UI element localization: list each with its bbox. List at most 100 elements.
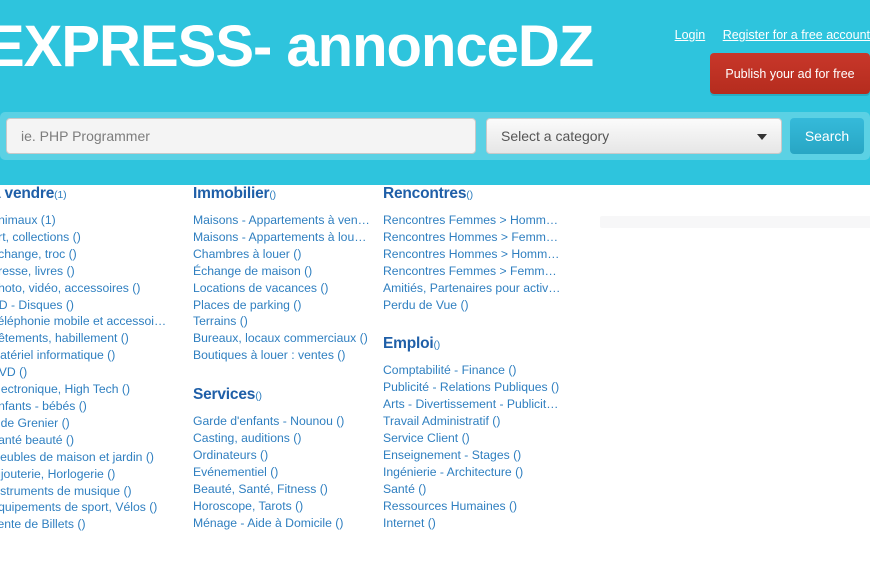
category-link[interactable]: Vente de Billets () — [0, 516, 168, 533]
account-links: Login Register for a free account — [661, 28, 870, 42]
list-item: Service Client () — [383, 430, 583, 447]
list-item: Echange, troc () — [0, 246, 190, 263]
category-link[interactable]: Maisons - Appartements à louer () — [193, 229, 371, 246]
list-item: Enseignement - Stages () — [383, 447, 583, 464]
category-link[interactable]: Bijouterie, Horlogerie () — [0, 466, 168, 483]
list-item: Échange de maison () — [193, 263, 393, 280]
category-select-label: Select a category — [501, 128, 610, 144]
category-link[interactable]: Internet () — [383, 515, 561, 532]
list-item: Perdu de Vue () — [383, 297, 583, 314]
register-link[interactable]: Register for a free account — [723, 28, 870, 42]
category-heading-count: () — [269, 189, 276, 201]
category-link[interactable]: Garde d'enfants - Nounou () — [193, 413, 371, 430]
category-link[interactable]: Echange, troc () — [0, 246, 168, 263]
login-link[interactable]: Login — [675, 28, 706, 42]
list-item: Comptabilité - Finance () — [383, 362, 583, 379]
list-item: Ordinateurs () — [193, 447, 393, 464]
list-item: Maisons - Appartements à vendre () — [193, 212, 393, 229]
category-link[interactable]: Arts - Divertissement - Publicité () — [383, 396, 561, 413]
category-link[interactable]: Locations de vacances () — [193, 280, 371, 297]
search-bar: Select a category Search — [0, 112, 870, 160]
list-item: Ménage - Aide à Domicile () — [193, 515, 393, 532]
list-item: Instruments de musique () — [0, 483, 190, 500]
category-link[interactable]: Publicité - Relations Publiques () — [383, 379, 561, 396]
category-select[interactable]: Select a category — [486, 118, 782, 154]
category-link[interactable]: Terrains () — [193, 313, 371, 330]
list-item: Internet () — [383, 515, 583, 532]
category-link[interactable]: Enfants - bébés () — [0, 398, 168, 415]
search-bar-inner: Select a category Search — [6, 118, 864, 154]
category-heading-count: (1) — [54, 189, 67, 201]
category-link[interactable]: Instruments de musique () — [0, 483, 168, 500]
list-item: Santé () — [383, 481, 583, 498]
category-link[interactable]: Amitiés, Partenaires pour activités () — [383, 280, 561, 297]
category-link[interactable]: Ressources Humaines () — [383, 498, 561, 515]
category-link[interactable]: Échange de maison () — [193, 263, 371, 280]
search-button[interactable]: Search — [790, 118, 864, 154]
category-link[interactable]: Vide Grenier () — [0, 415, 168, 432]
category-link[interactable]: Service Client () — [383, 430, 561, 447]
category-link[interactable]: Santé beauté () — [0, 432, 168, 449]
category-heading-count: () — [466, 189, 473, 201]
list-item: Vide Grenier () — [0, 415, 190, 432]
category-link[interactable]: Chambres à louer () — [193, 246, 371, 263]
list-item: Locations de vacances () — [193, 280, 393, 297]
list-item: Bureaux, locaux commerciaux () — [193, 330, 393, 347]
publish-ad-button[interactable]: Publish your ad for free — [710, 53, 870, 94]
category-heading-title: Immobilier — [193, 185, 270, 202]
category-list: Maisons - Appartements à vendre () Maiso… — [193, 212, 393, 364]
category-column-3: Rencontres() Rencontres Femmes > Hommes … — [383, 185, 583, 554]
category-heading: Immobilier() — [193, 185, 393, 203]
category-link[interactable]: Art, collections () — [0, 229, 168, 246]
category-link[interactable]: Ménage - Aide à Domicile () — [193, 515, 371, 532]
category-link[interactable]: Enseignement - Stages () — [383, 447, 561, 464]
category-link[interactable]: Rencontres Femmes > Hommes () — [383, 212, 561, 229]
category-link[interactable]: Travail Administratif () — [383, 413, 561, 430]
category-group: Services() Garde d'enfants - Nounou () C… — [193, 386, 393, 531]
list-item: Terrains () — [193, 313, 393, 330]
list-item: Equipements de sport, Vélos () — [0, 499, 190, 516]
category-link[interactable]: Comptabilité - Finance () — [383, 362, 561, 379]
list-item: Animaux (1) — [0, 212, 190, 229]
category-group: Emploi() Comptabilité - Finance () Publi… — [383, 335, 583, 531]
category-link[interactable]: Bureaux, locaux commerciaux () — [193, 330, 371, 347]
category-link[interactable]: Places de parking () — [193, 297, 371, 314]
category-link[interactable]: Téléphonie mobile et accessoires () — [0, 313, 168, 330]
list-item: Maisons - Appartements à louer () — [193, 229, 393, 246]
category-link[interactable]: Casting, auditions () — [193, 430, 371, 447]
category-link[interactable]: Santé () — [383, 481, 561, 498]
category-group: A vendre(1) Animaux (1) Art, collections… — [0, 185, 190, 533]
list-item: DVD () — [0, 364, 190, 381]
list-item: Publicité - Relations Publiques () — [383, 379, 583, 396]
category-link[interactable]: Presse, livres () — [0, 263, 168, 280]
category-link[interactable]: Horoscope, Tarots () — [193, 498, 371, 515]
category-link[interactable]: Rencontres Hommes > Hommes () — [383, 246, 561, 263]
site-logo: EXPRESS- annonceDZ — [0, 14, 594, 79]
category-link[interactable]: Perdu de Vue () — [383, 297, 561, 314]
search-input[interactable] — [6, 118, 476, 154]
category-link[interactable]: Ingénierie - Architecture () — [383, 464, 561, 481]
category-link[interactable]: Meubles de maison et jardin () — [0, 449, 168, 466]
chevron-down-icon — [757, 134, 767, 140]
category-link[interactable]: Vêtements, habillement () — [0, 330, 168, 347]
category-link[interactable]: Equipements de sport, Vélos () — [0, 499, 168, 516]
category-link[interactable]: Maisons - Appartements à vendre () — [193, 212, 371, 229]
category-link[interactable]: Photo, vidéo, accessoires () — [0, 280, 168, 297]
category-link[interactable]: Rencontres Femmes > Femmes () — [383, 263, 561, 280]
category-heading-title: A vendre — [0, 185, 55, 202]
list-item: Art, collections () — [0, 229, 190, 246]
category-link[interactable]: Electronique, High Tech () — [0, 381, 168, 398]
main-content: A vendre(1) Animaux (1) Art, collections… — [0, 185, 870, 580]
list-item: Santé beauté () — [0, 432, 190, 449]
category-link[interactable]: DVD () — [0, 364, 168, 381]
category-link[interactable]: Beauté, Santé, Fitness () — [193, 481, 371, 498]
category-link[interactable]: Matériel informatique () — [0, 347, 168, 364]
category-link[interactable]: CD - Disques () — [0, 297, 168, 314]
category-link[interactable]: Animaux (1) — [0, 212, 168, 229]
list-item: Rencontres Femmes > Hommes () — [383, 212, 583, 229]
category-link[interactable]: Ordinateurs () — [193, 447, 371, 464]
category-link[interactable]: Evénementiel () — [193, 464, 371, 481]
category-heading: Services() — [193, 386, 393, 404]
category-link[interactable]: Boutiques à louer : ventes () — [193, 347, 371, 364]
category-link[interactable]: Rencontres Hommes > Femmes () — [383, 229, 561, 246]
